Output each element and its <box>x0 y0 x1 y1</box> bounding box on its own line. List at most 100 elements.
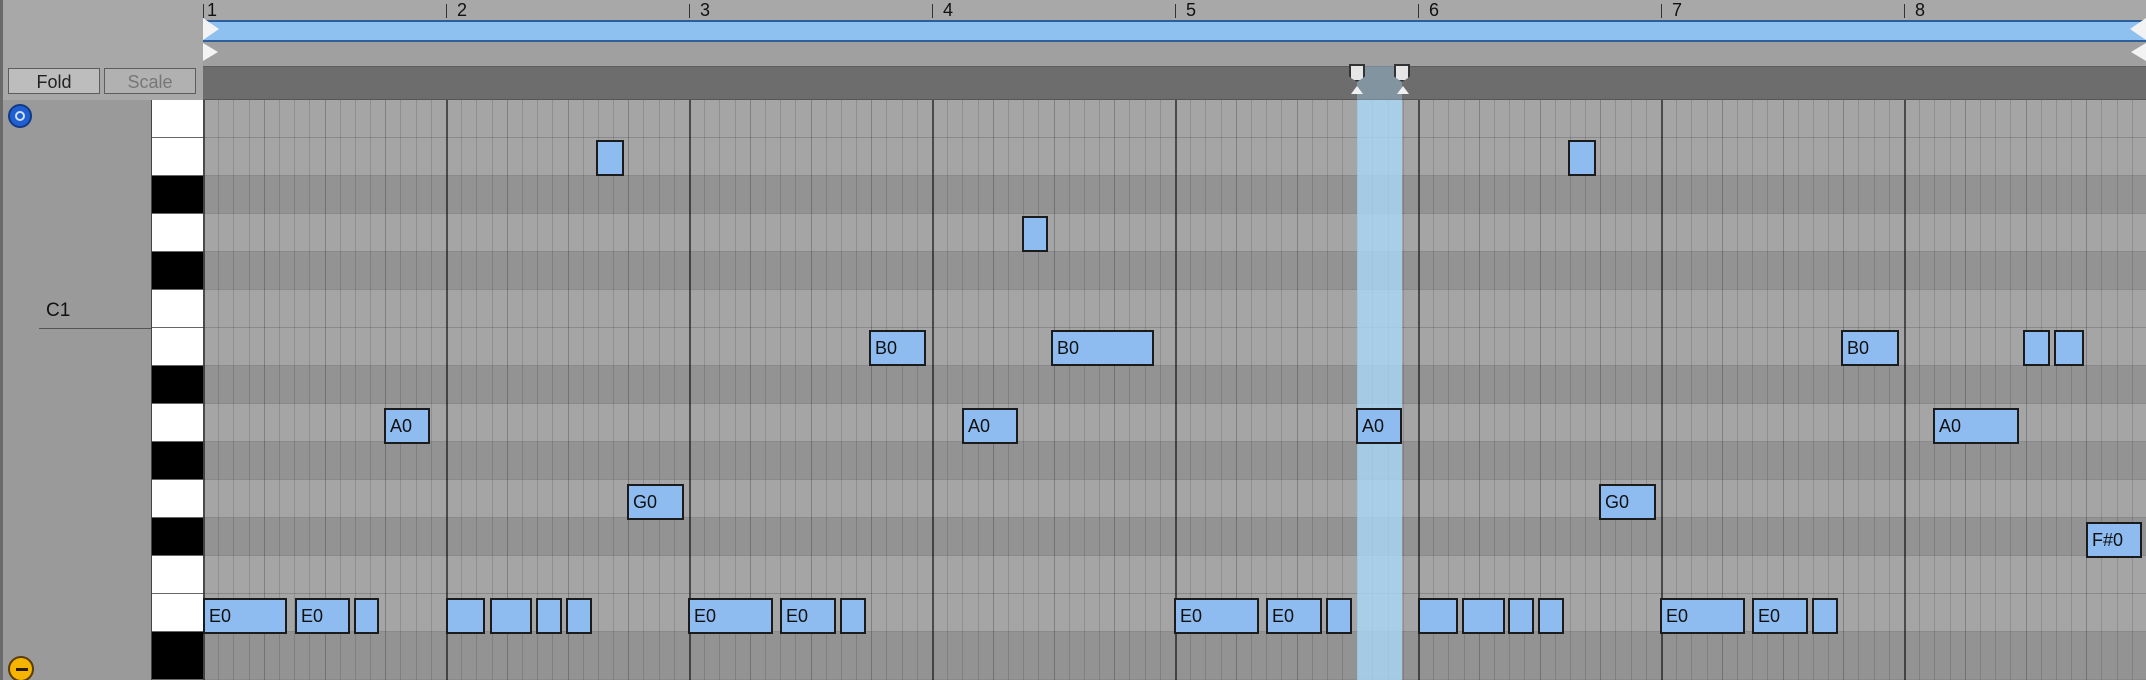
midi-note[interactable] <box>1812 598 1838 634</box>
piano-key-white[interactable] <box>152 556 204 594</box>
back-icon[interactable] <box>8 656 34 680</box>
midi-note[interactable]: E0 <box>295 598 350 634</box>
loop-brace[interactable] <box>203 20 2146 42</box>
gridline <box>507 100 508 680</box>
midi-note[interactable]: E0 <box>688 598 773 634</box>
piano-key-white[interactable] <box>152 328 204 366</box>
midi-note[interactable]: B0 <box>1051 330 1154 366</box>
midi-note[interactable] <box>1538 598 1564 634</box>
note-grid[interactable] <box>203 100 2146 680</box>
bar-gridline <box>932 100 934 680</box>
loop-end-flag-icon[interactable] <box>2130 18 2146 40</box>
midi-note[interactable] <box>354 598 379 634</box>
midi-note[interactable] <box>596 140 624 176</box>
fold-button[interactable]: Fold <box>8 68 100 94</box>
midi-note[interactable] <box>840 598 866 634</box>
midi-note[interactable] <box>446 598 485 634</box>
gridline <box>2041 100 2042 680</box>
gridline <box>765 100 766 680</box>
midi-note[interactable]: G0 <box>1599 484 1656 520</box>
gridline <box>1479 100 1480 680</box>
midi-note[interactable] <box>2023 330 2050 366</box>
clip-end-marker-icon[interactable] <box>2131 43 2146 61</box>
midi-note[interactable]: E0 <box>203 598 287 634</box>
scrub-area[interactable] <box>203 66 2146 100</box>
piano-keyboard[interactable] <box>151 100 204 680</box>
midi-note[interactable] <box>1418 598 1458 634</box>
gridline <box>978 100 979 680</box>
key-label-area <box>39 100 151 680</box>
gridline <box>1950 100 1951 680</box>
piano-key-black[interactable] <box>152 632 204 680</box>
midi-note[interactable] <box>2054 330 2084 366</box>
midi-note[interactable]: B0 <box>869 330 926 366</box>
gridline <box>674 100 675 680</box>
piano-key-black[interactable] <box>152 366 204 404</box>
ruler-bar-number: 5 <box>1186 0 1197 20</box>
midi-note[interactable]: B0 <box>1841 330 1899 366</box>
gridline <box>492 100 493 680</box>
scale-button[interactable]: Scale <box>104 68 196 94</box>
ruler-tick <box>689 4 690 18</box>
gridline <box>1540 100 1541 680</box>
piano-key-black[interactable] <box>152 176 204 214</box>
piano-key-white[interactable] <box>152 290 204 328</box>
midi-note[interactable] <box>536 598 562 634</box>
midi-note[interactable] <box>1022 216 1048 252</box>
piano-key-black[interactable] <box>152 518 204 556</box>
hot-swap-icon[interactable] <box>8 104 32 128</box>
midi-note[interactable]: A0 <box>1933 408 2019 444</box>
midi-note[interactable] <box>490 598 532 634</box>
gridline <box>886 100 887 680</box>
selection-end-pin-icon <box>1397 86 1409 94</box>
gridline <box>355 100 356 680</box>
midi-note[interactable] <box>1508 598 1534 634</box>
ruler-bar-number: 4 <box>943 0 954 20</box>
piano-key-white[interactable] <box>152 480 204 518</box>
gridline <box>1965 100 1966 680</box>
ruler-tick <box>1661 4 1662 18</box>
gridline <box>1600 100 1601 680</box>
gridline <box>1221 100 1222 680</box>
piano-key-white[interactable] <box>152 404 204 442</box>
midi-note[interactable] <box>1568 140 1596 176</box>
gridline <box>1114 100 1115 680</box>
gridline <box>917 100 918 680</box>
time-selection[interactable] <box>1357 100 1402 680</box>
gridline <box>279 100 280 680</box>
midi-note[interactable]: A0 <box>384 408 430 444</box>
clip-start-marker-icon[interactable] <box>203 43 218 61</box>
gridline <box>1752 100 1753 680</box>
piano-key-black[interactable] <box>152 252 204 290</box>
midi-note[interactable] <box>566 598 592 634</box>
clip-start-end-strip[interactable] <box>203 42 2146 66</box>
gridline <box>325 100 326 680</box>
midi-note[interactable]: E0 <box>1660 598 1745 634</box>
loop-start-flag-icon[interactable] <box>203 18 219 40</box>
midi-note[interactable]: E0 <box>1174 598 1259 634</box>
ruler-tick <box>1418 4 1419 18</box>
gridline <box>1312 100 1313 680</box>
midi-note[interactable]: A0 <box>1356 408 1402 444</box>
midi-note[interactable]: F#0 <box>2086 522 2142 558</box>
gridline <box>1524 100 1525 680</box>
gridline <box>1129 100 1130 680</box>
gridline <box>643 100 644 680</box>
piano-key-white[interactable] <box>152 214 204 252</box>
midi-note[interactable]: E0 <box>780 598 836 634</box>
gridline <box>1783 100 1784 680</box>
piano-key-white[interactable] <box>152 594 204 632</box>
bar-ruler[interactable]: 1 2 3 4 5 6 7 8 <box>203 0 2146 21</box>
midi-note[interactable]: E0 <box>1266 598 1322 634</box>
midi-note[interactable] <box>1462 598 1505 634</box>
gridline <box>1631 100 1632 680</box>
gridline <box>1722 100 1723 680</box>
piano-key-black[interactable] <box>152 442 204 480</box>
midi-note[interactable]: G0 <box>627 484 684 520</box>
piano-key-white[interactable] <box>152 100 204 138</box>
midi-note[interactable]: E0 <box>1752 598 1808 634</box>
piano-key-white[interactable] <box>152 138 204 176</box>
midi-note[interactable]: A0 <box>962 408 1018 444</box>
midi-note[interactable] <box>1326 598 1352 634</box>
gridline <box>461 100 462 680</box>
